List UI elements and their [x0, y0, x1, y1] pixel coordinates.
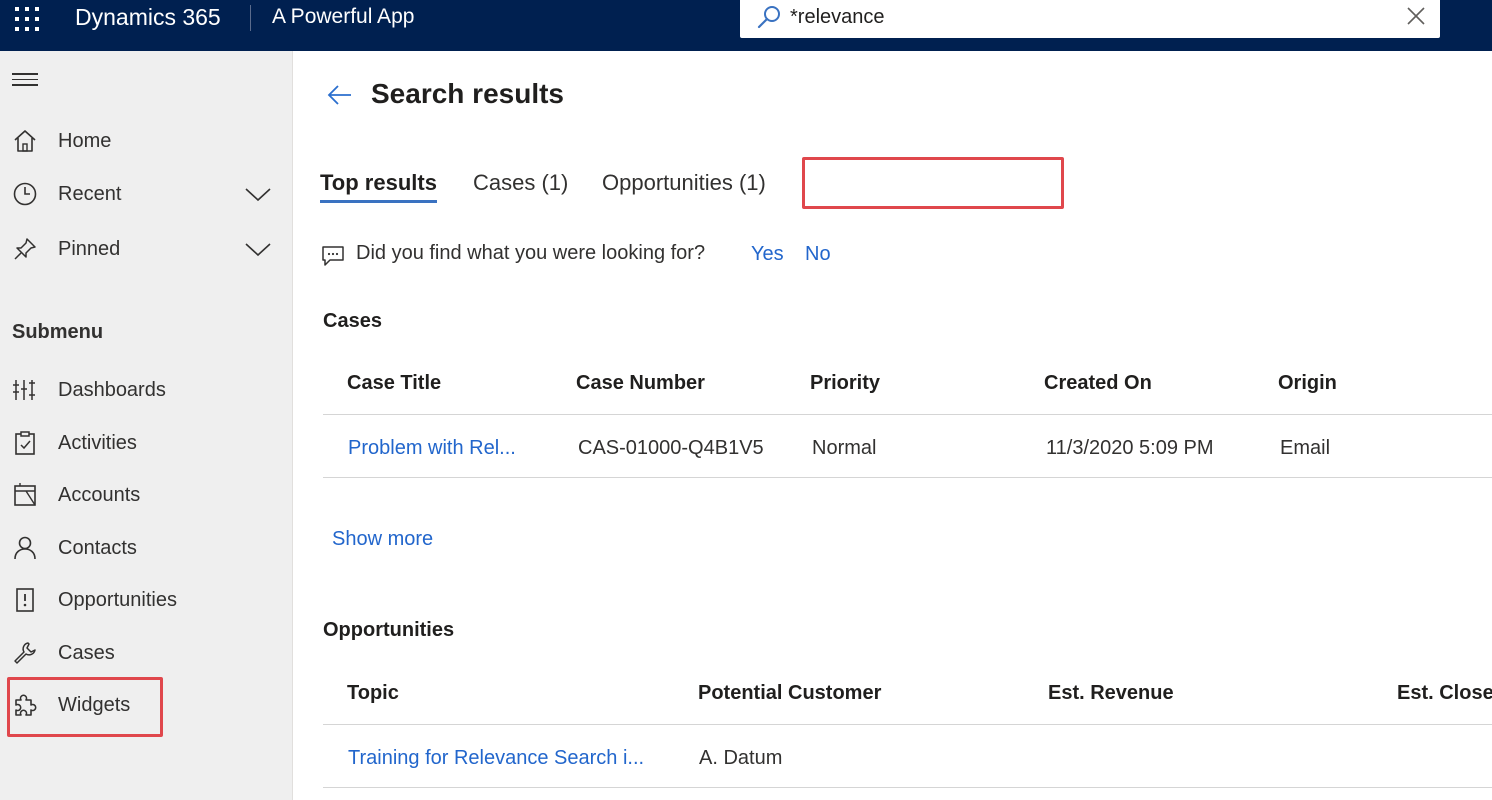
- home-icon: [14, 130, 36, 152]
- sidebar-item-label: Cases: [58, 642, 115, 664]
- chevron-down-icon[interactable]: [244, 182, 272, 206]
- table-row[interactable]: Training for Relevance Search i... A. Da…: [323, 725, 1492, 788]
- app-name[interactable]: Dynamics 365: [75, 2, 221, 32]
- active-tab-underline: [320, 200, 437, 203]
- tab-opportunities[interactable]: Opportunities (1): [602, 169, 766, 197]
- column-header-case-number[interactable]: Case Number: [576, 371, 705, 395]
- sidebar-item-label: Recent: [58, 183, 122, 205]
- sidebar-item-label: Dashboards: [58, 379, 166, 401]
- sidebar-item-label: Accounts: [58, 484, 141, 506]
- global-search-box[interactable]: [740, 0, 1440, 38]
- sidebar-item-label: Home: [58, 130, 112, 152]
- sidebar-item-recent[interactable]: Recent: [0, 172, 292, 216]
- search-input[interactable]: [790, 2, 1390, 32]
- sidebar-item-label: Contacts: [58, 537, 137, 559]
- dashboard-icon: [13, 380, 35, 400]
- column-header-topic[interactable]: Topic: [347, 681, 399, 705]
- person-icon: [14, 536, 36, 560]
- case-number-cell: CAS-01000-Q4B1V5: [578, 437, 764, 459]
- sidebar-item-home[interactable]: Home: [0, 119, 292, 163]
- page-title: Search results: [371, 78, 564, 109]
- column-header-potential-customer[interactable]: Potential Customer: [698, 681, 881, 705]
- feedback-no-link[interactable]: No: [805, 243, 831, 266]
- clock-icon: [13, 182, 37, 206]
- sidebar-item-cases[interactable]: Cases: [0, 631, 292, 675]
- app-subtitle[interactable]: A Powerful App: [272, 2, 414, 32]
- sidebar-item-label: Opportunities: [58, 589, 177, 611]
- column-header-created-on[interactable]: Created On: [1044, 371, 1152, 395]
- waffle-menu-icon[interactable]: [14, 6, 40, 32]
- header-divider: [250, 5, 251, 31]
- column-header-priority[interactable]: Priority: [810, 371, 880, 395]
- chevron-down-icon[interactable]: [244, 237, 272, 261]
- pin-icon: [14, 238, 36, 260]
- hamburger-menu-icon[interactable]: [12, 73, 38, 91]
- cases-grid-header: Case Title Case Number Priority Created …: [323, 351, 1492, 415]
- sidebar-item-contacts[interactable]: Contacts: [0, 526, 292, 570]
- column-header-origin[interactable]: Origin: [1278, 371, 1337, 395]
- opportunity-icon: [16, 588, 34, 612]
- sidebar-item-label: Activities: [58, 432, 137, 454]
- column-header-est-revenue[interactable]: Est. Revenue: [1048, 681, 1174, 705]
- sidebar-item-accounts[interactable]: Accounts: [0, 473, 292, 517]
- opportunities-grid: Topic Potential Customer Est. Revenue Es…: [323, 661, 1492, 788]
- search-icon: [757, 6, 780, 29]
- sidebar-item-label: Pinned: [58, 238, 121, 260]
- sidebar-item-dashboards[interactable]: Dashboards: [0, 368, 292, 412]
- wrench-icon: [14, 642, 36, 664]
- opportunities-grid-header: Topic Potential Customer Est. Revenue Es…: [323, 661, 1492, 725]
- case-title-link[interactable]: Problem with Rel...: [348, 436, 516, 460]
- feedback-yes-link[interactable]: Yes: [751, 243, 784, 266]
- main-content: Search results Top results Cases (1) Opp…: [293, 51, 1492, 800]
- column-header-est-close[interactable]: Est. Close: [1397, 681, 1492, 705]
- potential-customer-cell: A. Datum: [699, 747, 783, 769]
- widgets-highlight-box: [7, 677, 163, 737]
- tab-top-results[interactable]: Top results: [320, 169, 437, 197]
- origin-cell: Email: [1280, 437, 1331, 459]
- clipboard-icon: [15, 431, 35, 455]
- sidebar-item-pinned[interactable]: Pinned: [0, 227, 292, 271]
- new-tab-highlight-box: [802, 157, 1064, 209]
- show-more-link[interactable]: Show more: [332, 528, 433, 551]
- sidebar: Home Recent Pinned Submenu Dashboards Ac…: [0, 51, 293, 800]
- priority-cell: Normal: [812, 437, 877, 459]
- sidebar-item-opportunities[interactable]: Opportunities: [0, 578, 292, 622]
- topic-link[interactable]: Training for Relevance Search i...: [348, 746, 644, 770]
- created-on-cell: 11/3/2020 5:09 PM: [1046, 437, 1214, 459]
- table-row[interactable]: Problem with Rel... CAS-01000-Q4B1V5 Nor…: [323, 415, 1492, 478]
- submenu-heading: Submenu: [12, 321, 104, 343]
- top-bar: Dynamics 365 A Powerful App: [0, 0, 1492, 51]
- opportunities-section-title: Opportunities: [323, 619, 455, 641]
- cases-grid: Case Title Case Number Priority Created …: [323, 351, 1492, 478]
- clear-search-icon[interactable]: [1404, 4, 1428, 28]
- tab-cases[interactable]: Cases (1): [473, 169, 568, 197]
- sidebar-item-activities[interactable]: Activities: [0, 421, 292, 465]
- back-arrow-icon[interactable]: [326, 82, 354, 108]
- feedback-chat-icon: [322, 246, 344, 266]
- column-header-case-title[interactable]: Case Title: [347, 371, 441, 395]
- cases-section-title: Cases: [323, 310, 382, 332]
- building-icon: [14, 483, 36, 506]
- feedback-question: Did you find what you were looking for?: [356, 242, 706, 264]
